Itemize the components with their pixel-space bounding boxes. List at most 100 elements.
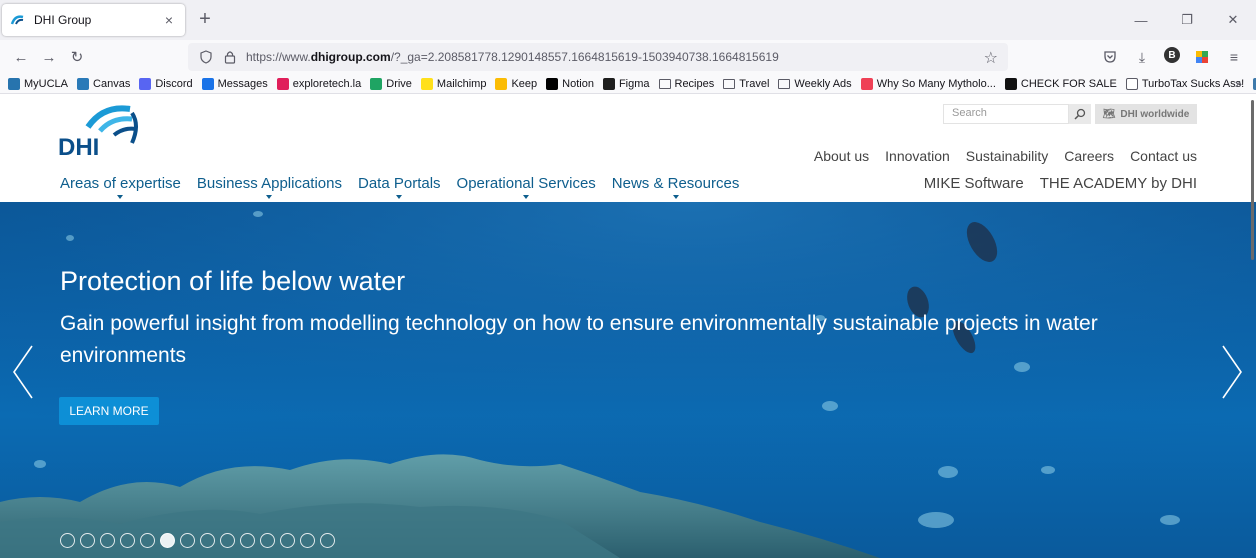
bookmark-item[interactable]: TurboTax Sucks Ass! xyxy=(1125,77,1244,90)
hero-slider: Protection of life below water Gain powe… xyxy=(0,202,1256,558)
slide-dot[interactable] xyxy=(120,533,135,548)
bookmark-favicon-icon xyxy=(546,77,559,90)
bookmark-label: exploretech.la xyxy=(292,77,362,90)
main-nav-item[interactable]: Operational Services xyxy=(456,175,596,199)
bookmark-label: Drive xyxy=(386,77,412,90)
bookmarks-overflow-icon[interactable]: » xyxy=(1235,76,1242,91)
slide-dot[interactable] xyxy=(260,533,275,548)
bookmark-item[interactable]: Mailchimp xyxy=(420,77,486,90)
restore-icon[interactable]: ❐ xyxy=(1164,0,1210,40)
secondary-nav: MIKE Software THE ACADEMY by DHI xyxy=(924,175,1197,192)
bookmark-item[interactable]: CHECK FOR SALE xyxy=(1004,77,1117,90)
bookmark-item[interactable]: Drive xyxy=(370,77,412,90)
bookmark-item[interactable]: MyUCLA xyxy=(8,77,68,90)
extension-icon[interactable] xyxy=(1192,47,1212,67)
bookmark-item[interactable]: Weekly Ads xyxy=(778,77,852,90)
slide-dot[interactable] xyxy=(180,533,195,548)
slide-dot[interactable] xyxy=(160,533,175,548)
browser-tab[interactable]: DHI Group × xyxy=(2,4,185,36)
close-window-icon[interactable]: ✕ xyxy=(1210,0,1256,40)
profile-avatar[interactable]: B xyxy=(1164,47,1180,63)
download-icon[interactable]: ⤓ xyxy=(1132,47,1152,67)
main-nav-item[interactable]: Data Portals xyxy=(358,175,441,199)
dropdown-caret-icon xyxy=(117,195,124,199)
bookmark-favicon-icon xyxy=(602,77,615,90)
tab-close-icon[interactable]: × xyxy=(161,12,177,28)
bookmark-item[interactable]: Keep xyxy=(495,77,538,90)
slide-dot[interactable] xyxy=(80,533,95,548)
dhi-favicon-icon xyxy=(10,15,24,25)
folder-icon xyxy=(658,78,671,89)
bookmark-label: Recipes xyxy=(674,77,715,90)
dhi-worldwide-button[interactable]: 🗺 DHI worldwide xyxy=(1095,104,1197,124)
main-nav-label: Operational Services xyxy=(456,175,596,192)
main-nav-item[interactable]: Business Applications xyxy=(196,175,342,199)
back-icon[interactable]: ← xyxy=(12,48,30,66)
next-slide-arrow-icon[interactable] xyxy=(1217,342,1247,402)
bookmark-item[interactable]: exploretech.la xyxy=(276,77,362,90)
top-link[interactable]: Sustainability xyxy=(966,148,1049,164)
learn-more-button[interactable]: LEARN MORE xyxy=(59,397,159,425)
slide-dot[interactable] xyxy=(300,533,315,548)
folder-icon xyxy=(778,78,791,89)
bookmark-item[interactable]: Travel xyxy=(723,78,769,90)
forward-icon[interactable]: → xyxy=(40,48,58,66)
bookmark-label: Weekly Ads xyxy=(794,77,852,90)
bookmark-favicon-icon xyxy=(276,77,289,90)
new-tab-button[interactable]: + xyxy=(194,9,216,31)
slide-dot[interactable] xyxy=(100,533,115,548)
slide-dot[interactable] xyxy=(320,533,335,548)
main-nav: Areas of expertise Business Applications D… xyxy=(60,175,739,199)
dhi-worldwide-label: DHI worldwide xyxy=(1120,108,1190,120)
bookmark-label: Canvas xyxy=(93,77,131,90)
slide-dot[interactable] xyxy=(140,533,155,548)
top-link[interactable]: Contact us xyxy=(1130,148,1197,164)
secondary-nav-item[interactable]: MIKE Software xyxy=(924,175,1024,192)
address-bar[interactable]: https://www.dhigroup.com/?_ga=2.20858177… xyxy=(188,43,1008,71)
bookmark-item[interactable]: Messages xyxy=(201,77,268,90)
reload-icon[interactable]: ↻ xyxy=(68,48,86,66)
top-links: About us Innovation Sustainability Careers C… xyxy=(814,148,1197,164)
bookmark-label: CHECK FOR SALE xyxy=(1020,77,1117,90)
main-nav-item[interactable]: Areas of expertise xyxy=(60,175,181,199)
pocket-icon[interactable] xyxy=(1100,47,1120,67)
bookmark-item[interactable]: Notion xyxy=(546,77,594,90)
main-nav-label: Data Portals xyxy=(358,175,441,192)
bookmark-item[interactable]: Why So Many Mytholo... xyxy=(860,77,996,90)
shield-icon[interactable] xyxy=(198,49,214,65)
main-nav-label: Business Applications xyxy=(196,175,342,192)
menu-icon[interactable]: ≡ xyxy=(1224,47,1244,67)
svg-text:DHI: DHI xyxy=(58,134,99,157)
bookmark-label: Keep xyxy=(511,77,538,90)
slide-dot[interactable] xyxy=(240,533,255,548)
previous-slide-arrow-icon[interactable] xyxy=(8,342,38,402)
bookmark-favicon-icon xyxy=(420,77,433,90)
folder-icon xyxy=(723,78,736,89)
bookmark-item[interactable]: Discord xyxy=(139,77,193,90)
bookmark-label: Figma xyxy=(618,77,650,90)
bookmark-item[interactable]: Canvas xyxy=(77,77,131,90)
main-nav-item[interactable]: News & Resources xyxy=(612,175,739,199)
scrollbar-thumb[interactable] xyxy=(1251,100,1254,260)
slide-dot[interactable] xyxy=(200,533,215,548)
hero-subtitle: Gain powerful insight from modelling tec… xyxy=(60,312,1098,367)
lock-icon[interactable] xyxy=(222,49,238,65)
bookmark-star-icon[interactable]: ☆ xyxy=(984,48,998,68)
dhi-logo[interactable]: DHI xyxy=(58,105,142,157)
top-link[interactable]: About us xyxy=(814,148,869,164)
slide-dot[interactable] xyxy=(60,533,75,548)
bookmark-item[interactable]: Figma xyxy=(602,77,650,90)
bookmarks-bar: MyUCLA Canvas Discord Messages exploretech.l… xyxy=(0,74,1256,94)
top-link[interactable]: Innovation xyxy=(885,148,950,164)
site-search-input[interactable]: Search xyxy=(943,104,1069,124)
top-link[interactable]: Careers xyxy=(1064,148,1114,164)
search-icon[interactable] xyxy=(1069,104,1091,124)
bookmark-favicon-icon xyxy=(8,77,20,90)
bookmark-label: Notion xyxy=(562,77,594,90)
slide-dot[interactable] xyxy=(220,533,235,548)
slide-dot[interactable] xyxy=(280,533,295,548)
underwater-background-image xyxy=(0,202,1256,558)
secondary-nav-item[interactable]: THE ACADEMY by DHI xyxy=(1040,175,1197,192)
bookmark-item[interactable]: Recipes xyxy=(658,77,715,90)
minimize-icon[interactable]: — xyxy=(1118,0,1164,40)
